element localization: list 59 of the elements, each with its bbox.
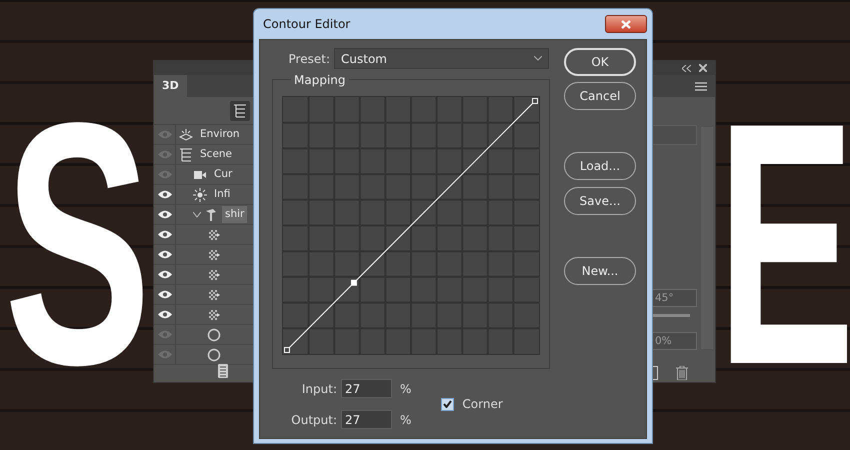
ring-icon — [207, 348, 221, 362]
material-icon — [207, 268, 221, 282]
checkbox-label: Corner — [462, 396, 503, 413]
eye-icon[interactable] — [158, 270, 172, 279]
scene-filter-button[interactable] — [230, 100, 250, 120]
output-label: Output: — [290, 412, 337, 428]
preset-label: Preset: — [288, 50, 330, 68]
material-icon — [207, 228, 221, 242]
collapse-icon[interactable] — [682, 64, 691, 72]
canvas-letter: E — [717, 72, 850, 417]
canvas-letter: S — [4, 72, 152, 417]
close-button[interactable] — [605, 15, 647, 33]
material-icon — [207, 288, 221, 302]
dialog-button[interactable]: Load... — [564, 152, 636, 180]
material-icon — [207, 248, 221, 262]
input-field[interactable]: 27 — [341, 379, 392, 398]
corner-checkbox[interactable] — [441, 398, 454, 410]
curve-point[interactable] — [350, 280, 357, 286]
layer-name[interactable]: Scene — [197, 146, 236, 164]
unit-label: % — [400, 380, 412, 398]
eye-icon[interactable] — [158, 250, 172, 259]
ring-icon — [207, 328, 221, 342]
eye-icon[interactable] — [158, 290, 172, 299]
light-icon — [193, 188, 207, 202]
curve-point[interactable] — [284, 347, 290, 353]
preset-dropdown[interactable]: Custom — [334, 48, 549, 69]
unit-label: % — [400, 412, 412, 428]
layer-name[interactable]: Cur — [211, 166, 236, 184]
layer-name[interactable]: Environ — [197, 126, 243, 144]
eye-icon[interactable] — [158, 310, 172, 319]
environment-icon — [179, 128, 193, 142]
eye-icon[interactable] — [158, 230, 172, 239]
close-icon — [621, 20, 631, 28]
checkmark-icon — [443, 400, 452, 408]
dialog-button[interactable]: OK — [564, 48, 636, 76]
dialog-button[interactable]: Cancel — [564, 82, 636, 110]
output-field[interactable]: 27 — [341, 410, 392, 429]
hierarchy-icon — [233, 104, 247, 118]
trash-icon[interactable] — [676, 366, 688, 380]
menu-icon[interactable] — [695, 82, 707, 90]
close-icon[interactable] — [699, 64, 707, 72]
calculator-icon[interactable] — [217, 364, 229, 378]
slider-track[interactable] — [652, 314, 690, 317]
curve-point[interactable] — [532, 98, 538, 104]
eye-icon[interactable] — [158, 190, 172, 199]
layer-name[interactable]: shir — [222, 206, 248, 224]
dialog-button[interactable]: Save... — [564, 187, 636, 215]
hierarchy-icon — [179, 148, 193, 162]
dialog-button[interactable]: New... — [564, 257, 636, 285]
layer-name[interactable]: Infi — [211, 186, 234, 204]
input-label: Input: — [300, 380, 337, 398]
dropdown-field[interactable] — [652, 125, 697, 145]
chevron-icon[interactable] — [193, 212, 201, 218]
mesh-icon — [204, 208, 218, 222]
eye-icon[interactable] — [158, 210, 172, 219]
caret-icon — [534, 56, 542, 61]
panel-tab[interactable]: 3D — [154, 74, 187, 98]
material-icon — [207, 308, 221, 322]
window-title: Contour Editor — [263, 16, 350, 33]
